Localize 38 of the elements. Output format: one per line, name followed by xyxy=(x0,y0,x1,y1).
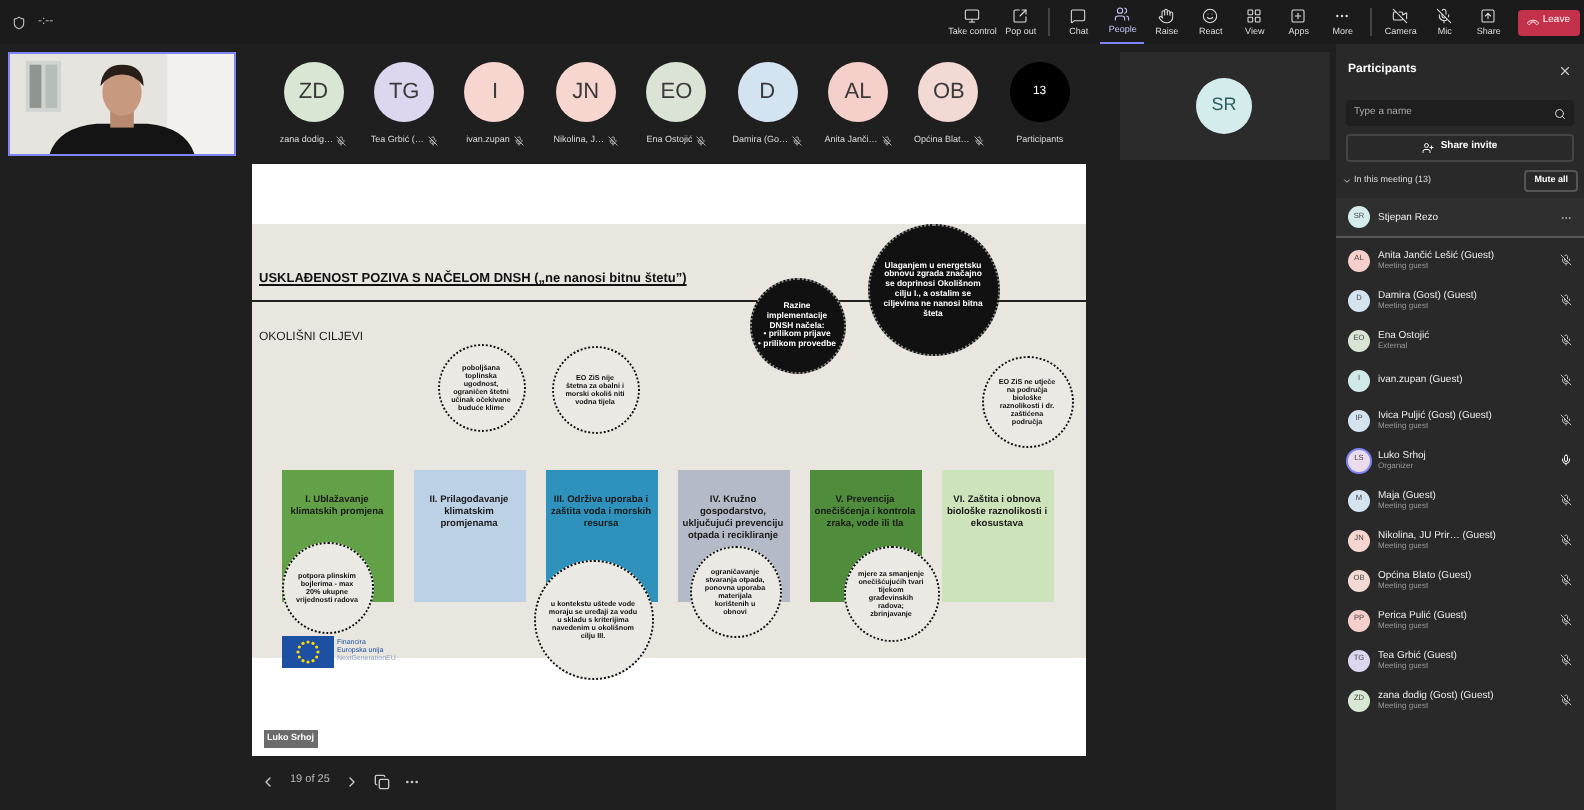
copy-icon[interactable] xyxy=(373,773,390,789)
phone-icon xyxy=(1526,14,1541,30)
participant-avatar[interactable]: JN xyxy=(555,62,616,122)
previous-icon[interactable] xyxy=(260,773,276,789)
chat-icon xyxy=(1070,7,1087,24)
popout-icon xyxy=(1012,7,1029,24)
participant-avatar[interactable]: D xyxy=(737,62,798,122)
plus-square-icon xyxy=(1290,7,1307,24)
mic-off-icon xyxy=(513,135,524,146)
people-icon xyxy=(1114,6,1131,23)
participant-avatar[interactable]: EO xyxy=(646,62,707,122)
hand-icon xyxy=(1158,7,1175,24)
participant-avatar: SR xyxy=(1196,78,1253,134)
eu-flag-icon xyxy=(281,636,333,669)
video-tile[interactable]: SR xyxy=(1119,52,1330,160)
share-icon xyxy=(1480,7,1497,24)
mic-off-icon xyxy=(336,135,347,146)
mic-off-icon xyxy=(696,135,707,146)
mic-off-icon xyxy=(973,135,984,146)
mic-off-icon xyxy=(792,135,803,146)
mic-off-icon xyxy=(1436,7,1453,24)
participant-avatar[interactable]: OB xyxy=(918,62,979,122)
participant-avatar[interactable]: TG xyxy=(374,62,435,122)
close-icon[interactable] xyxy=(1558,64,1572,78)
camera-off-icon xyxy=(1392,7,1409,24)
smile-icon xyxy=(1202,7,1219,24)
user-plus-icon xyxy=(1422,142,1435,154)
participant-avatar[interactable]: AL xyxy=(828,62,889,122)
participant-avatar[interactable]: I xyxy=(464,62,525,122)
mic-off-icon xyxy=(608,135,618,146)
mic-off-icon xyxy=(881,135,892,146)
mic-off-icon xyxy=(427,135,438,146)
participant-avatar[interactable]: ZD xyxy=(283,62,344,122)
search-icon xyxy=(1554,107,1566,119)
caret-icon xyxy=(1342,176,1352,186)
shield-icon xyxy=(12,15,26,29)
monitor-icon xyxy=(964,7,981,24)
grid-icon xyxy=(1246,7,1263,24)
